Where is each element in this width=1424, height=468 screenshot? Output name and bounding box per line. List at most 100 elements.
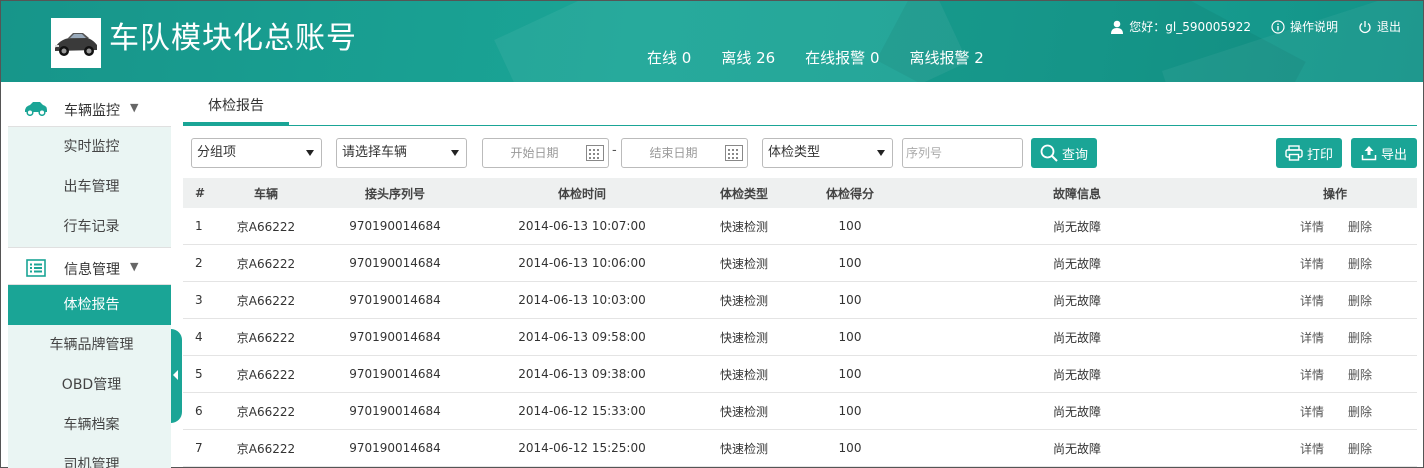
check-type-cell: 快速检测 <box>719 256 769 271</box>
vehicle-cell: 京A66222 <box>236 404 296 419</box>
score-cell: 100 <box>838 330 862 344</box>
detail-link[interactable]: 详情 <box>1300 208 1324 244</box>
search-icon <box>1040 144 1058 162</box>
delete-link[interactable]: 删除 <box>1348 393 1372 429</box>
sidebar-group-vehicle-monitor[interactable]: 车辆监控 ▼ <box>8 89 171 127</box>
score-cell: 100 <box>838 367 862 381</box>
group-select-value: 分组项 <box>197 145 237 160</box>
score-cell: 100 <box>838 256 862 270</box>
delete-link[interactable]: 删除 <box>1348 356 1372 392</box>
offline-count[interactable]: 离线 26 <box>721 47 775 68</box>
detail-link[interactable]: 详情 <box>1300 282 1324 318</box>
table-row: 2 京A66222 970190014684 2014-06-13 10:06:00 快… <box>183 245 1417 282</box>
delete-link[interactable]: 删除 <box>1348 430 1372 466</box>
print-button[interactable]: 打印 <box>1276 138 1342 168</box>
tab-health-report[interactable]: 体检报告 <box>183 89 289 125</box>
delete-link[interactable]: 删除 <box>1348 245 1372 281</box>
search-button[interactable]: 查询 <box>1031 138 1097 168</box>
row-index: 2 <box>195 256 203 270</box>
detail-link[interactable]: 详情 <box>1300 430 1324 466</box>
user-icon <box>1111 20 1124 34</box>
sidebar-item-obd-manage[interactable]: OBD管理 <box>8 365 171 405</box>
column-header: # <box>195 186 206 200</box>
table-header: # 车辆 接头序列号 体检时间 体检类型 体检得分 故障信息 操作 <box>183 178 1417 208</box>
date-separator: - <box>612 143 617 158</box>
table-row: 4 京A66222 970190014684 2014-06-13 09:58:00 快… <box>183 319 1417 356</box>
detail-link[interactable]: 详情 <box>1300 245 1324 281</box>
table-body: 1 京A66222 970190014684 2014-06-13 10:07:00 快… <box>183 208 1417 467</box>
dropdown-arrow-icon <box>451 150 459 156</box>
check-time-cell: 2014-06-12 15:25:00 <box>518 441 646 455</box>
check-type-cell: 快速检测 <box>719 330 769 345</box>
end-date-input[interactable]: 结束日期 <box>621 138 748 168</box>
row-index: 3 <box>195 293 203 307</box>
serial-placeholder: 序列号 <box>906 146 943 160</box>
delete-link[interactable]: 删除 <box>1348 282 1372 318</box>
info-icon <box>1271 19 1285 34</box>
column-header: 故障信息 <box>1052 186 1102 201</box>
check-type-cell: 快速检测 <box>719 219 769 234</box>
check-type-select-value: 体检类型 <box>768 145 821 160</box>
score-cell: 100 <box>838 404 862 418</box>
detail-link[interactable]: 详情 <box>1300 393 1324 429</box>
check-type-cell: 快速检测 <box>719 441 769 456</box>
sidebar-item-vehicle-archive[interactable]: 车辆档案 <box>8 405 171 445</box>
score-cell: 100 <box>838 441 862 455</box>
top-header: 车队模块化总账号 在线 0 离线 26 在线报警 0 离线报警 2 您好：gl_… <box>1 1 1423 82</box>
print-button-label: 打印 <box>1306 147 1333 163</box>
delete-link[interactable]: 删除 <box>1348 319 1372 355</box>
online-alarm-count[interactable]: 在线报警 0 <box>805 47 879 68</box>
fault-cell: 尚无故障 <box>1052 293 1102 308</box>
check-time-cell: 2014-06-13 09:38:00 <box>518 367 646 381</box>
offline-alarm-count[interactable]: 离线报警 2 <box>909 47 983 68</box>
column-header: 体检时间 <box>557 186 607 201</box>
sidebar-item-realtime-monitor[interactable]: 实时监控 <box>8 127 171 167</box>
sidebar-collapse-handle[interactable] <box>171 329 182 423</box>
app-title: 车队模块化总账号 <box>109 21 357 56</box>
calendar-icon[interactable] <box>586 145 604 161</box>
serial-cell: 970190014684 <box>349 293 441 307</box>
delete-link[interactable]: 删除 <box>1348 208 1372 244</box>
user-greeting: 您好：gl_590005922 <box>1110 18 1251 35</box>
status-counters: 在线 0 离线 26 在线报警 0 离线报警 2 <box>647 47 1014 68</box>
vehicle-cell: 京A66222 <box>236 219 296 234</box>
check-type-select[interactable]: 体检类型 <box>762 138 893 168</box>
help-label: 操作说明 <box>1289 20 1338 34</box>
group-select[interactable]: 分组项 <box>191 138 322 168</box>
serial-cell: 970190014684 <box>349 404 441 418</box>
user-toolbar: 您好：gl_590005922 操作说明 退出 <box>1090 18 1401 35</box>
fault-cell: 尚无故障 <box>1052 441 1102 456</box>
sidebar-group-info-manage[interactable]: 信息管理 ▼ <box>8 247 171 285</box>
serial-cell: 970190014684 <box>349 219 441 233</box>
check-time-cell: 2014-06-13 10:03:00 <box>518 293 646 307</box>
column-header: 体检得分 <box>825 186 875 201</box>
sidebar-item-dispatch[interactable]: 出车管理 <box>8 167 171 207</box>
end-date-placeholder: 结束日期 <box>649 146 698 160</box>
sidebar-group-label: 信息管理 <box>64 262 120 278</box>
sidebar-item-driver-manage[interactable]: 司机管理 <box>8 445 171 468</box>
start-date-input[interactable]: 开始日期 <box>482 138 609 168</box>
column-header: 接头序列号 <box>364 186 426 201</box>
upload-icon <box>1361 146 1377 161</box>
column-header: 体检类型 <box>719 186 769 201</box>
sidebar-item-health-report[interactable]: 体检报告 <box>8 285 171 325</box>
detail-link[interactable]: 详情 <box>1300 319 1324 355</box>
check-time-cell: 2014-06-13 10:06:00 <box>518 256 646 270</box>
dropdown-arrow-icon <box>877 150 885 156</box>
logout-link[interactable]: 退出 <box>1358 18 1401 35</box>
check-type-cell: 快速检测 <box>719 367 769 382</box>
score-cell: 100 <box>838 219 862 233</box>
power-icon <box>1359 20 1371 33</box>
sidebar-item-brand-manage[interactable]: 车辆品牌管理 <box>8 325 171 365</box>
vehicle-cell: 京A66222 <box>236 441 296 456</box>
export-button[interactable]: 导出 <box>1351 138 1417 168</box>
vehicle-select[interactable]: 请选择车辆 <box>336 138 467 168</box>
sidebar-item-trip-log[interactable]: 行车记录 <box>8 207 171 247</box>
serial-input[interactable]: 序列号 <box>902 138 1023 168</box>
detail-link[interactable]: 详情 <box>1300 356 1324 392</box>
online-count[interactable]: 在线 0 <box>647 47 691 68</box>
help-link[interactable]: 操作说明 <box>1271 18 1338 35</box>
score-cell: 100 <box>838 293 862 307</box>
calendar-icon[interactable] <box>725 145 743 161</box>
check-type-cell: 快速检测 <box>719 293 769 308</box>
